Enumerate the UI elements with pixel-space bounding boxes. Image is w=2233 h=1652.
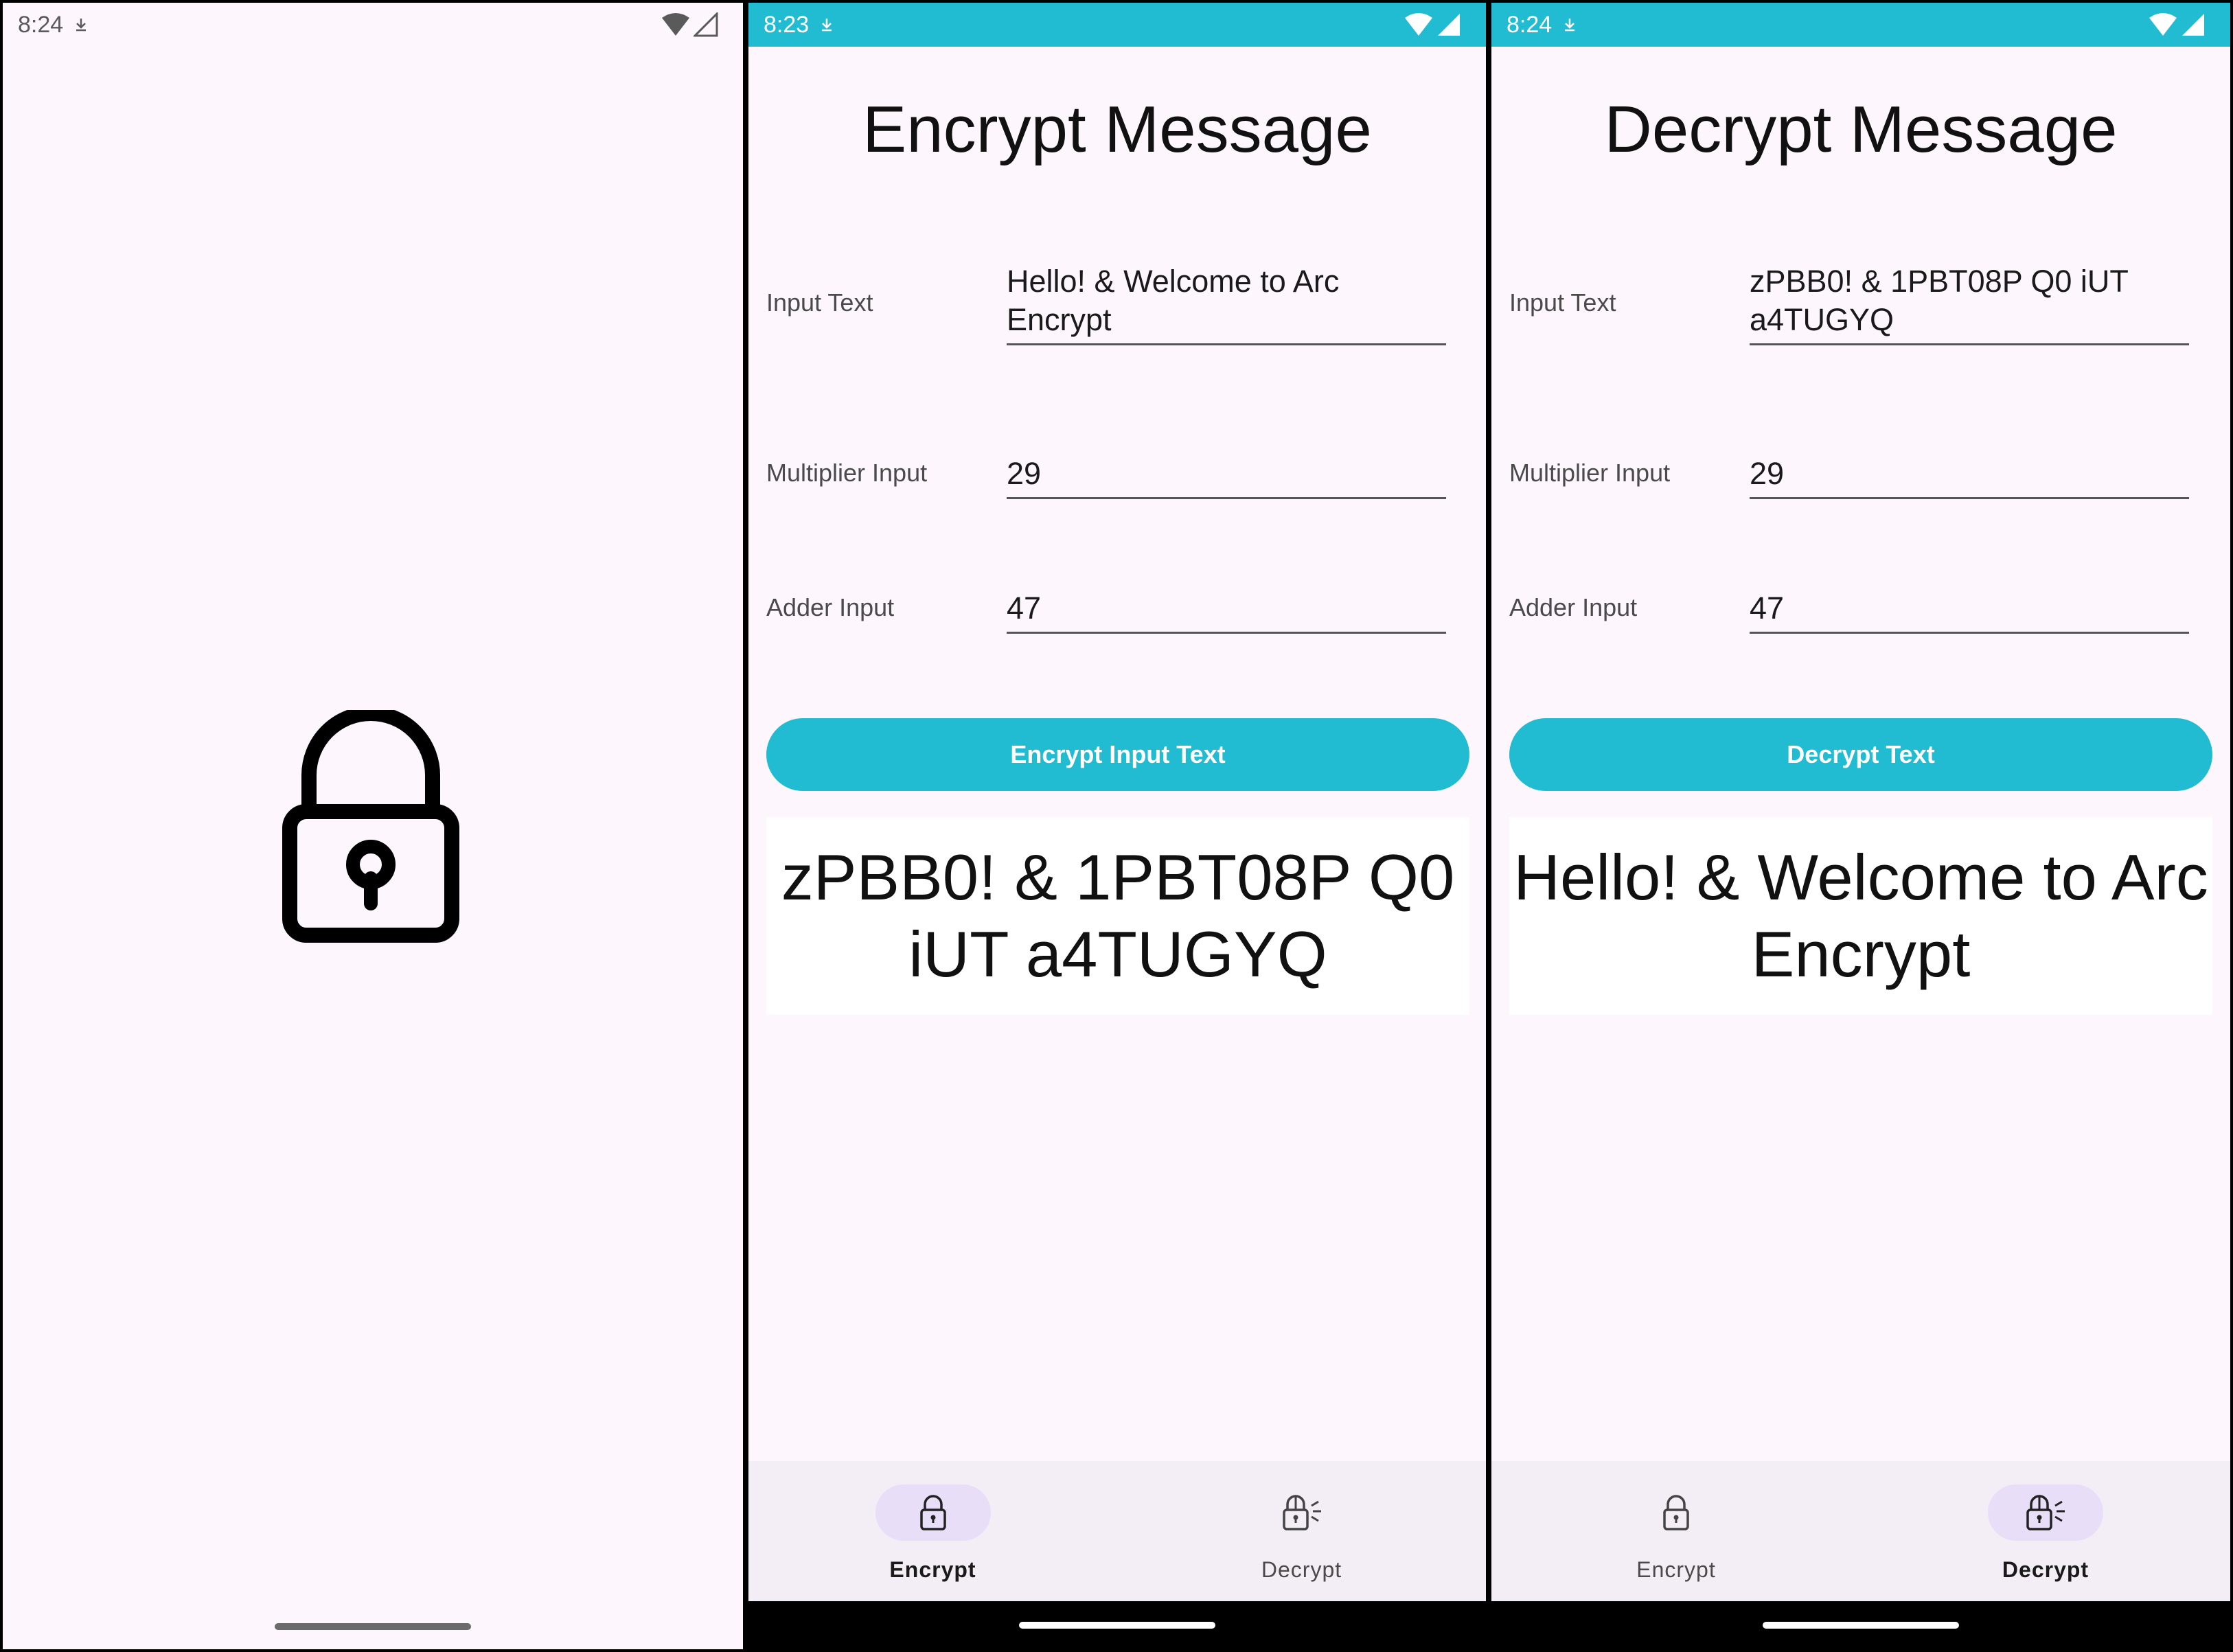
system-nav-bar <box>748 1601 1486 1649</box>
status-bar: 8:24 <box>3 3 743 47</box>
nav-item-encrypt[interactable]: Encrypt <box>1491 1461 1861 1603</box>
lock-icon <box>1663 1495 1689 1530</box>
wifi-icon <box>2149 13 2177 36</box>
lock-icon <box>282 710 459 943</box>
cellular-icon <box>694 12 718 37</box>
multiplier-label: Multiplier Input <box>1509 459 1671 487</box>
nav-label: Decrypt <box>2002 1557 2089 1582</box>
result-card: zPBB0! & 1PBT08P Q0 iUT a4TUGYQ <box>766 817 1469 1015</box>
home-indicator[interactable] <box>1763 1622 1959 1629</box>
status-time: 8:23 <box>764 11 810 38</box>
download-icon <box>822 19 832 32</box>
multiplier-field[interactable]: 29 <box>1007 455 1446 499</box>
wifi-icon <box>1405 13 1432 36</box>
nav-pill <box>1988 1484 2103 1541</box>
status-bar: 8:23 <box>748 3 1486 47</box>
unlock-icon <box>1282 1495 1321 1530</box>
multiplier-field[interactable]: 29 <box>1750 455 2189 499</box>
page-title: Encrypt Message <box>862 93 1372 166</box>
nav-label: Encrypt <box>1636 1557 1716 1582</box>
nav-label: Encrypt <box>889 1557 976 1582</box>
lock-icon <box>919 1495 946 1530</box>
nav-item-decrypt[interactable]: Decrypt <box>1861 1461 2230 1603</box>
home-indicator[interactable] <box>275 1623 471 1630</box>
splash-screen: 8:24 <box>3 3 743 1649</box>
wifi-icon <box>662 13 689 36</box>
nav-item-decrypt[interactable]: Decrypt <box>1117 1461 1486 1603</box>
bottom-navigation: Encrypt Decrypt <box>1491 1461 2230 1603</box>
nav-item-encrypt[interactable]: Encrypt <box>748 1461 1117 1603</box>
download-icon <box>1565 19 1575 32</box>
result-card: Hello! & Welcome to Arc Encrypt <box>1509 817 2212 1015</box>
result-text: Hello! & Welcome to Arc Encrypt <box>1513 841 2208 990</box>
home-indicator[interactable] <box>1019 1622 1215 1629</box>
nav-label: Decrypt <box>1261 1557 1342 1582</box>
download-icon <box>76 19 87 32</box>
bottom-navigation: Encrypt Decrypt <box>748 1461 1486 1603</box>
nav-pill <box>875 1484 991 1541</box>
unlock-icon <box>2026 1495 2065 1530</box>
decrypt-button[interactable]: Decrypt Text <box>1509 718 2212 791</box>
adder-label: Adder Input <box>1509 593 1638 621</box>
nav-pill <box>1244 1484 1360 1541</box>
cellular-icon <box>2182 14 2204 36</box>
adder-label: Adder Input <box>766 593 895 621</box>
input-text-field[interactable]: Hello! & Welcome to Arc Encrypt <box>1007 262 1446 345</box>
input-text-label: Input Text <box>766 288 873 317</box>
cellular-icon <box>1438 14 1460 36</box>
nav-pill <box>1618 1484 1734 1541</box>
adder-field[interactable]: 47 <box>1007 589 1446 634</box>
input-text-field[interactable]: zPBB0! & 1PBT08P Q0 iUT a4TUGYQ <box>1750 262 2189 345</box>
status-bar: 8:24 <box>1491 3 2230 47</box>
adder-field[interactable]: 47 <box>1750 589 2189 634</box>
page-title: Decrypt Message <box>1604 93 2118 166</box>
status-time: 8:24 <box>1507 11 1553 38</box>
status-time: 8:24 <box>18 11 64 38</box>
input-text-label: Input Text <box>1509 288 1616 317</box>
multiplier-label: Multiplier Input <box>766 459 928 487</box>
decrypt-screen: 8:24 Decrypt Message Input Text zPBB0! &… <box>1491 3 2230 1649</box>
result-text: zPBB0! & 1PBT08P Q0 iUT a4TUGYQ <box>781 841 1455 990</box>
system-nav-bar <box>1491 1601 2230 1649</box>
encrypt-button[interactable]: Encrypt Input Text <box>766 718 1469 791</box>
encrypt-screen: 8:23 Encrypt Message Input Text Hello! &… <box>748 3 1486 1649</box>
